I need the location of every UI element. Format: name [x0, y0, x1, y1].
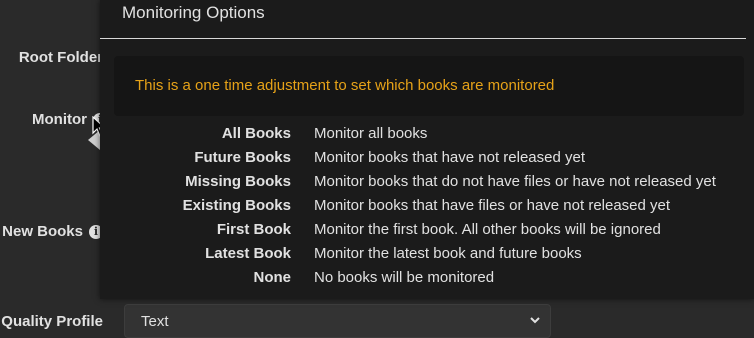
- option-description: Monitor all books: [314, 125, 428, 142]
- root-folder-label-text: Root Folder: [18, 49, 103, 66]
- alert-text: This is a one time adjustment to set whi…: [135, 77, 555, 94]
- new-books-label-text: New Books: [2, 223, 83, 240]
- quality-profile-label-text: Quality Profile: [1, 313, 103, 330]
- option-row: Missing Books Monitor books that do not …: [100, 173, 754, 197]
- option-description: Monitor the first book. All other books …: [314, 221, 661, 238]
- option-name: None: [253, 269, 292, 286]
- option-name: All Books: [221, 125, 291, 142]
- monitor-label-text: Monitor: [32, 111, 87, 128]
- option-name: First Book: [216, 221, 291, 238]
- option-description: Monitor books that have not released yet: [314, 149, 585, 166]
- chevron-down-icon: [530, 317, 540, 324]
- monitoring-options-popover: Monitoring Options This is a one time ad…: [100, 0, 754, 299]
- option-description: No books will be monitored: [314, 269, 495, 286]
- option-row: Future Books Monitor books that have not…: [100, 149, 754, 173]
- option-row: None No books will be monitored: [100, 269, 754, 293]
- option-row: First Book Monitor the first book. All o…: [100, 221, 754, 245]
- popover-divider: [100, 38, 746, 39]
- option-name: Latest Book: [205, 245, 291, 262]
- option-description: Monitor the latest book and future books: [314, 245, 582, 262]
- option-name: Future Books: [194, 149, 291, 166]
- root-folder-label: Root Folder: [19, 49, 103, 66]
- option-description: Monitor books that do not have files or …: [314, 173, 716, 190]
- option-name: Missing Books: [185, 173, 291, 190]
- quality-profile-value: Text: [141, 313, 169, 330]
- new-books-label: New Books i: [2, 223, 103, 240]
- option-row: Existing Books Monitor books that have f…: [100, 197, 754, 221]
- info-alert: This is a one time adjustment to set whi…: [114, 56, 744, 116]
- quality-profile-select[interactable]: Text: [124, 304, 551, 338]
- option-row: Latest Book Monitor the latest book and …: [100, 245, 754, 269]
- option-description: Monitor books that have files or have no…: [314, 197, 671, 214]
- option-name: Existing Books: [182, 197, 291, 214]
- popover-title: Monitoring Options: [122, 3, 265, 22]
- quality-profile-label: Quality Profile: [1, 313, 103, 330]
- option-row: All Books Monitor all books: [100, 125, 754, 149]
